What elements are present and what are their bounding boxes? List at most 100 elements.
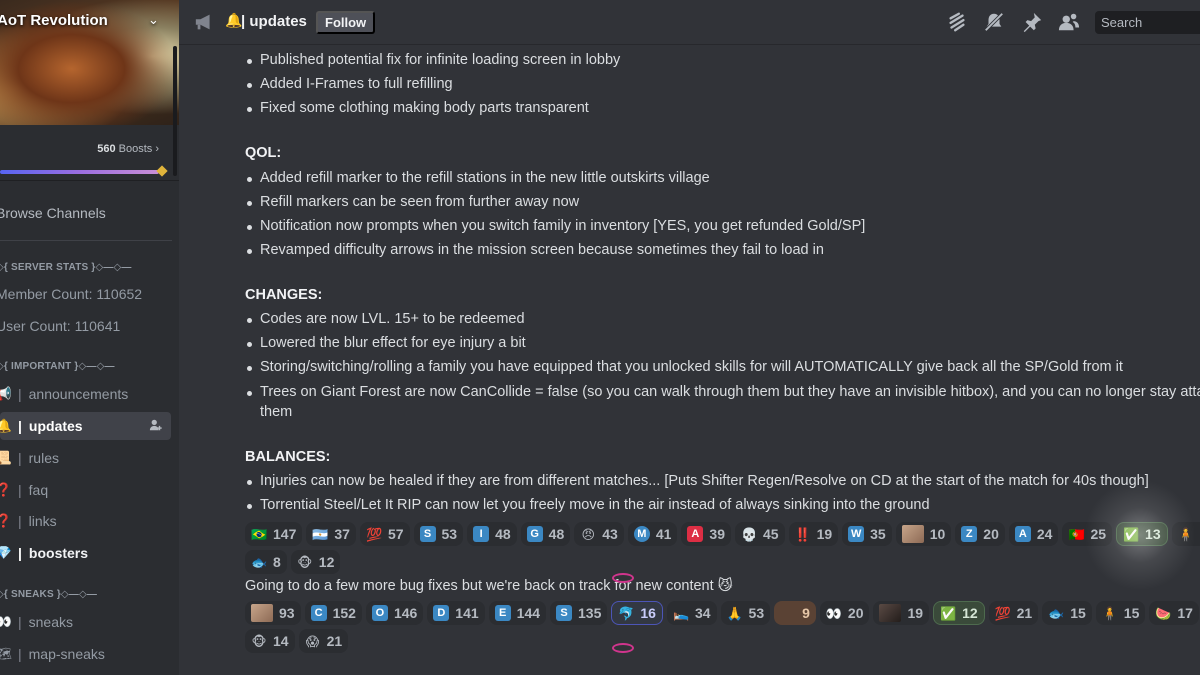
threads-icon[interactable]: [946, 11, 968, 33]
balances-heading: BALANCES:: [245, 449, 331, 465]
emoji-icon: 💯: [994, 605, 1011, 621]
reaction-button[interactable]: 😱 21: [298, 629, 349, 653]
channel-name: map-sneaks: [28, 646, 105, 662]
channel-boosters[interactable]: 💎 | boosters: [0, 539, 171, 567]
notifications-muted-icon[interactable]: [983, 11, 1005, 33]
reaction-count: 25: [1090, 526, 1107, 542]
letter-emoji-icon: D: [433, 605, 450, 621]
reaction-count: 17: [1177, 605, 1193, 621]
channel-faq[interactable]: ❓ | faq: [0, 476, 171, 504]
user-count-channel[interactable]: User Count: 110641: [0, 318, 120, 334]
reaction-button[interactable]: 9: [774, 601, 816, 625]
reaction-button[interactable]: A 39: [681, 522, 731, 546]
reaction-button[interactable]: E 144: [488, 601, 547, 625]
reaction-count: 21: [326, 633, 343, 649]
channel-rules[interactable]: 📜 | rules: [0, 444, 171, 472]
channel-sidebar: AoT Revolution ⌄ 560 Boosts › Browse Cha…: [0, 0, 179, 675]
pin-icon[interactable]: [1021, 11, 1043, 33]
reaction-button[interactable]: 🇧🇷 147: [245, 522, 303, 546]
reaction-button[interactable]: 🐵 14: [245, 629, 295, 653]
reaction-button[interactable]: O 146: [365, 601, 424, 625]
reaction-count: 57: [387, 526, 404, 542]
reaction-button[interactable]: 👀 20: [819, 601, 870, 625]
chevron-down-icon[interactable]: ⌄: [148, 12, 159, 28]
reaction-button[interactable]: 🇦🇷 37: [306, 522, 356, 546]
message-text: Going to do a few more bug fixes but we'…: [245, 578, 733, 594]
sidebar-scrollbar[interactable]: [173, 46, 177, 176]
channel-links[interactable]: ❓ | links: [0, 507, 171, 535]
channel-name: updates: [28, 418, 83, 434]
reaction-button[interactable]: 🧍 15: [1095, 601, 1146, 625]
reaction-button[interactable]: 10: [895, 522, 952, 546]
emoji-icon: 🐬: [618, 605, 635, 621]
reaction-button[interactable]: D 141: [427, 601, 485, 625]
reaction-button[interactable]: S 135: [550, 601, 608, 625]
bugfix-item: Added I-Frames to full refilling: [245, 76, 453, 92]
reaction-button[interactable]: 😠 43: [574, 522, 624, 546]
reaction-button[interactable]: 🧍1: [1171, 522, 1200, 546]
reaction-button[interactable]: Z 20: [955, 522, 1005, 546]
reaction-button[interactable]: S 53: [413, 522, 464, 546]
browse-channels[interactable]: Browse Channels: [0, 205, 106, 221]
member-count-channel[interactable]: Member Count: 110652: [0, 286, 142, 302]
category-sneaks[interactable]: ◇{ SNEAKS }◇—◇—: [0, 589, 97, 600]
reaction-button[interactable]: 🇵🇹 25: [1062, 522, 1113, 546]
emoji-icon: 🧍: [1101, 605, 1118, 621]
reaction-button[interactable]: 🛌 34: [666, 601, 717, 625]
channel-updates[interactable]: 🔔 | updates: [0, 412, 171, 440]
follow-button[interactable]: Follow: [316, 11, 376, 34]
reaction-button[interactable]: 🐬 16: [611, 601, 663, 625]
reaction-button[interactable]: ✅ 12: [933, 601, 985, 625]
reaction-count: 20: [847, 605, 864, 621]
search-input[interactable]: [1095, 11, 1200, 34]
reaction-button[interactable]: 93: [245, 601, 301, 625]
reaction-button[interactable]: ‼️ 19: [788, 522, 839, 546]
reaction-button[interactable]: A 24: [1008, 522, 1059, 546]
chevron-right-icon: ›: [155, 143, 159, 155]
add-member-icon[interactable]: [149, 418, 163, 432]
boost-progress-area: 560 Boosts ›: [0, 125, 179, 181]
eyes-icon: 👀: [0, 614, 12, 629]
reaction-count: 135: [578, 605, 602, 621]
channel-announcements[interactable]: 📢 | announcements: [0, 380, 171, 408]
changes-item-continuation: them: [260, 404, 293, 420]
reaction-count: 9: [802, 605, 810, 621]
reaction-button[interactable]: 🐟 8: [245, 550, 287, 574]
qol-item: Notification now prompts when you switch…: [245, 218, 865, 234]
reaction-button[interactable]: G 48: [520, 522, 571, 546]
channel-sneaks[interactable]: 👀 | sneaks: [0, 608, 171, 636]
letter-emoji-icon: W: [848, 526, 865, 542]
channel-map-sneaks[interactable]: 🗺 | map-sneaks: [0, 640, 171, 668]
member-list-icon[interactable]: [1058, 11, 1080, 33]
reaction-count: 53: [748, 605, 765, 621]
reaction-button[interactable]: 💀 45: [734, 522, 785, 546]
reaction-count: 146: [393, 605, 418, 621]
reaction-button[interactable]: W 35: [842, 522, 892, 546]
boosts-link[interactable]: 560 Boosts ›: [97, 143, 159, 155]
channel-separator: |: [18, 386, 22, 402]
server-banner[interactable]: AoT Revolution ⌄: [0, 0, 179, 125]
category-server-stats[interactable]: ◇{ SERVER STATS }◇—◇—: [0, 262, 132, 273]
server-name[interactable]: AoT Revolution: [0, 12, 108, 29]
boosts-label: Boosts: [118, 143, 153, 155]
reaction-count: 35: [870, 526, 886, 542]
reaction-button[interactable]: C 152: [304, 601, 362, 625]
reaction-button[interactable]: 🙏 53: [720, 601, 771, 625]
reaction-button[interactable]: 🍉 17: [1149, 601, 1199, 625]
reaction-button[interactable]: I 48: [467, 522, 517, 546]
emoji-icon: 🐟: [1048, 605, 1065, 621]
reactions-row: 93 C 152 O 146 D 141 E 144 S 135 🐬 16 🛌 34 🙏 53 9 👀 20 19 ✅ 12…: [245, 601, 1199, 625]
reaction-button[interactable]: M 41: [627, 522, 678, 546]
changes-item: Trees on Giant Forest are now CanCollide…: [245, 384, 1200, 400]
reaction-button[interactable]: ✅ 13: [1116, 522, 1168, 546]
custom-dark-emoji-icon: [879, 604, 902, 622]
reaction-button[interactable]: 💯 57: [359, 522, 410, 546]
map-icon: 🗺: [0, 646, 12, 661]
category-important[interactable]: ◇{ IMPORTANT }◇—◇—: [0, 361, 115, 372]
reaction-button[interactable]: 🐵 12: [290, 550, 341, 574]
reaction-button[interactable]: 19: [873, 601, 930, 625]
channel-separator: |: [18, 482, 22, 498]
qol-heading: QOL:: [245, 145, 282, 161]
reaction-button[interactable]: 💯 21: [988, 601, 1039, 625]
reaction-button[interactable]: 🐟 15: [1042, 601, 1092, 625]
